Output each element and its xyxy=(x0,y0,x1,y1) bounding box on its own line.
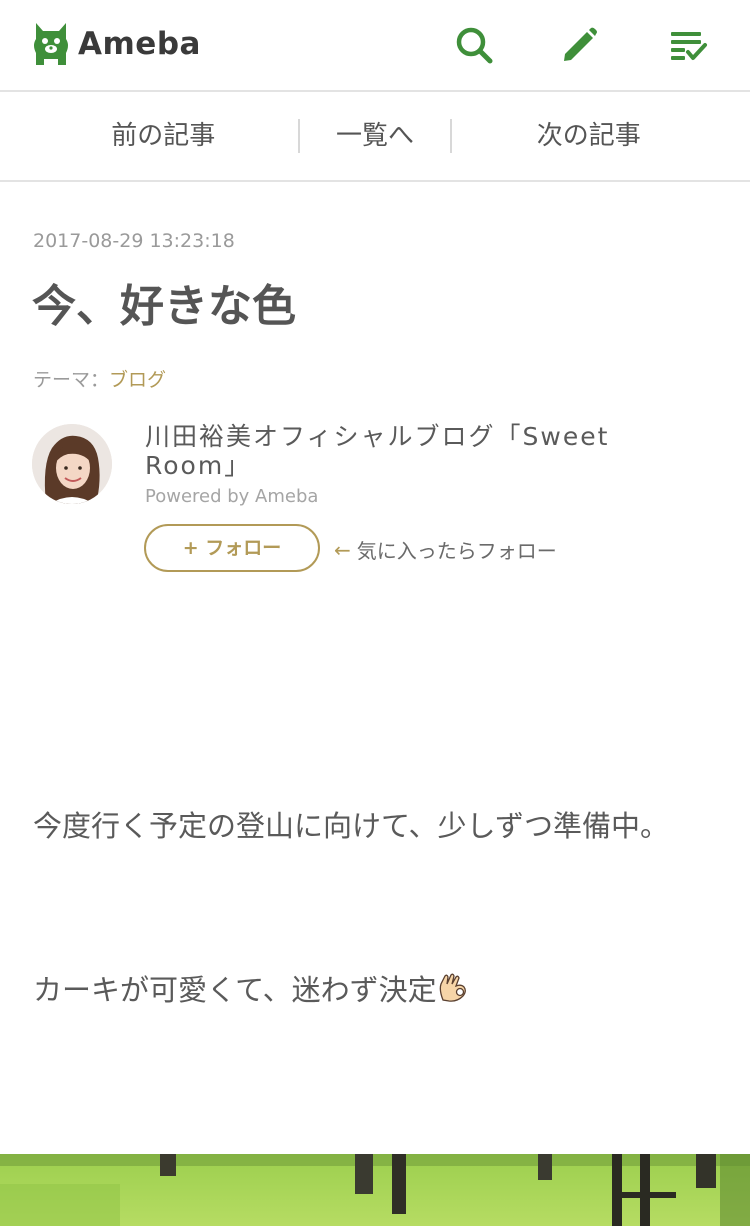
theme-link[interactable]: ブログ xyxy=(109,369,166,391)
post-date: 2017-08-29 13:23:18 xyxy=(33,230,235,252)
author-avatar[interactable] xyxy=(32,424,112,504)
ok-hand-icon xyxy=(439,973,466,1002)
ameba-mascot-icon xyxy=(34,23,68,65)
follow-hint-text: 気に入ったらフォロー xyxy=(356,539,557,563)
article-nav: 前の記事 一覧へ 次の記事 xyxy=(0,92,750,182)
search-icon[interactable] xyxy=(454,25,494,65)
pencil-icon[interactable] xyxy=(560,25,600,65)
blog-name[interactable]: 川田裕美オフィシャルブログ「Sweet Room」 xyxy=(145,422,665,480)
paragraph-text: カーキが可愛くて、迷わず決定 xyxy=(33,973,437,1007)
theme-line: テーマ：ブログ xyxy=(33,365,166,392)
article-paragraph: カーキが可愛くて、迷わず決定 xyxy=(33,962,723,1018)
powered-by: Powered by Ameba xyxy=(145,486,319,507)
arrow-left-icon: ← xyxy=(334,537,351,562)
next-article-link[interactable]: 次の記事 xyxy=(452,92,750,180)
follow-button[interactable]: + フォロー xyxy=(144,524,320,572)
theme-label: テーマ： xyxy=(33,369,110,391)
article-list-link[interactable]: 一覧へ xyxy=(300,92,449,180)
prev-article-link[interactable]: 前の記事 xyxy=(0,92,298,180)
ameba-logo[interactable]: Ameba xyxy=(32,18,201,70)
article-title: 今、好きな色 xyxy=(32,281,296,332)
app-header: Ameba xyxy=(0,0,750,92)
article-photo[interactable] xyxy=(0,1154,750,1226)
menu-list-icon[interactable] xyxy=(668,25,708,65)
follow-hint: ← 気に入ったらフォロー xyxy=(334,535,557,564)
article-paragraph: 今度行く予定の登山に向けて、少しずつ準備中。 xyxy=(33,809,669,843)
logo-text: Ameba xyxy=(78,26,201,62)
